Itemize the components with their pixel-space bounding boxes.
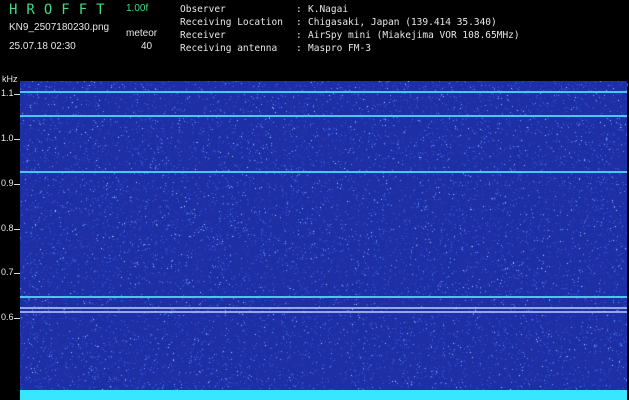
info-row-observer: Observer: K.Nagai [180,4,349,15]
waterfall-noise-canvas [20,81,627,400]
y-tick-label: 0.8 [1,222,14,233]
y-tick-label: 0.9 [1,177,14,188]
signal-line [20,306,627,309]
info-row-antenna: Receiving antenna: Maspro FM-3 [180,43,371,54]
mode-label: meteor [126,28,158,39]
y-tick-label: 1.0 [1,133,14,144]
info-row-location: Receiving Location: Chigasaki, Japan (139… [180,17,497,28]
datetime-label: 25.07.18 02:30 [9,41,76,52]
station-info: Observer: K.Nagai Receiving Location: Chig… [180,3,520,55]
signal-line [20,296,627,298]
waterfall-spectrogram [20,81,627,400]
bottom-signal-strip [20,390,627,400]
info-row-receiver: Receiver: AirSpy mini (Miakejima VOR 108.… [180,30,520,41]
signal-line [20,171,627,174]
y-tick-label: 0.7 [1,267,14,278]
filename-label: KN9_2507180230.png [9,22,110,33]
y-axis-unit: kHz [2,74,18,84]
header-left: HROFFT 1.00f KN9_2507180230.png meteor 2… [0,0,170,60]
signal-line [20,311,627,314]
app-title: HROFFT [9,2,114,18]
y-axis: kHz [0,70,20,400]
y-tick-label: 0.6 [1,311,14,322]
signal-line [20,91,627,94]
count-label: 40 [141,41,153,52]
y-tick-label: 1.1 [1,88,14,99]
version-label: 1.00f [126,3,149,14]
signal-line [20,115,627,118]
